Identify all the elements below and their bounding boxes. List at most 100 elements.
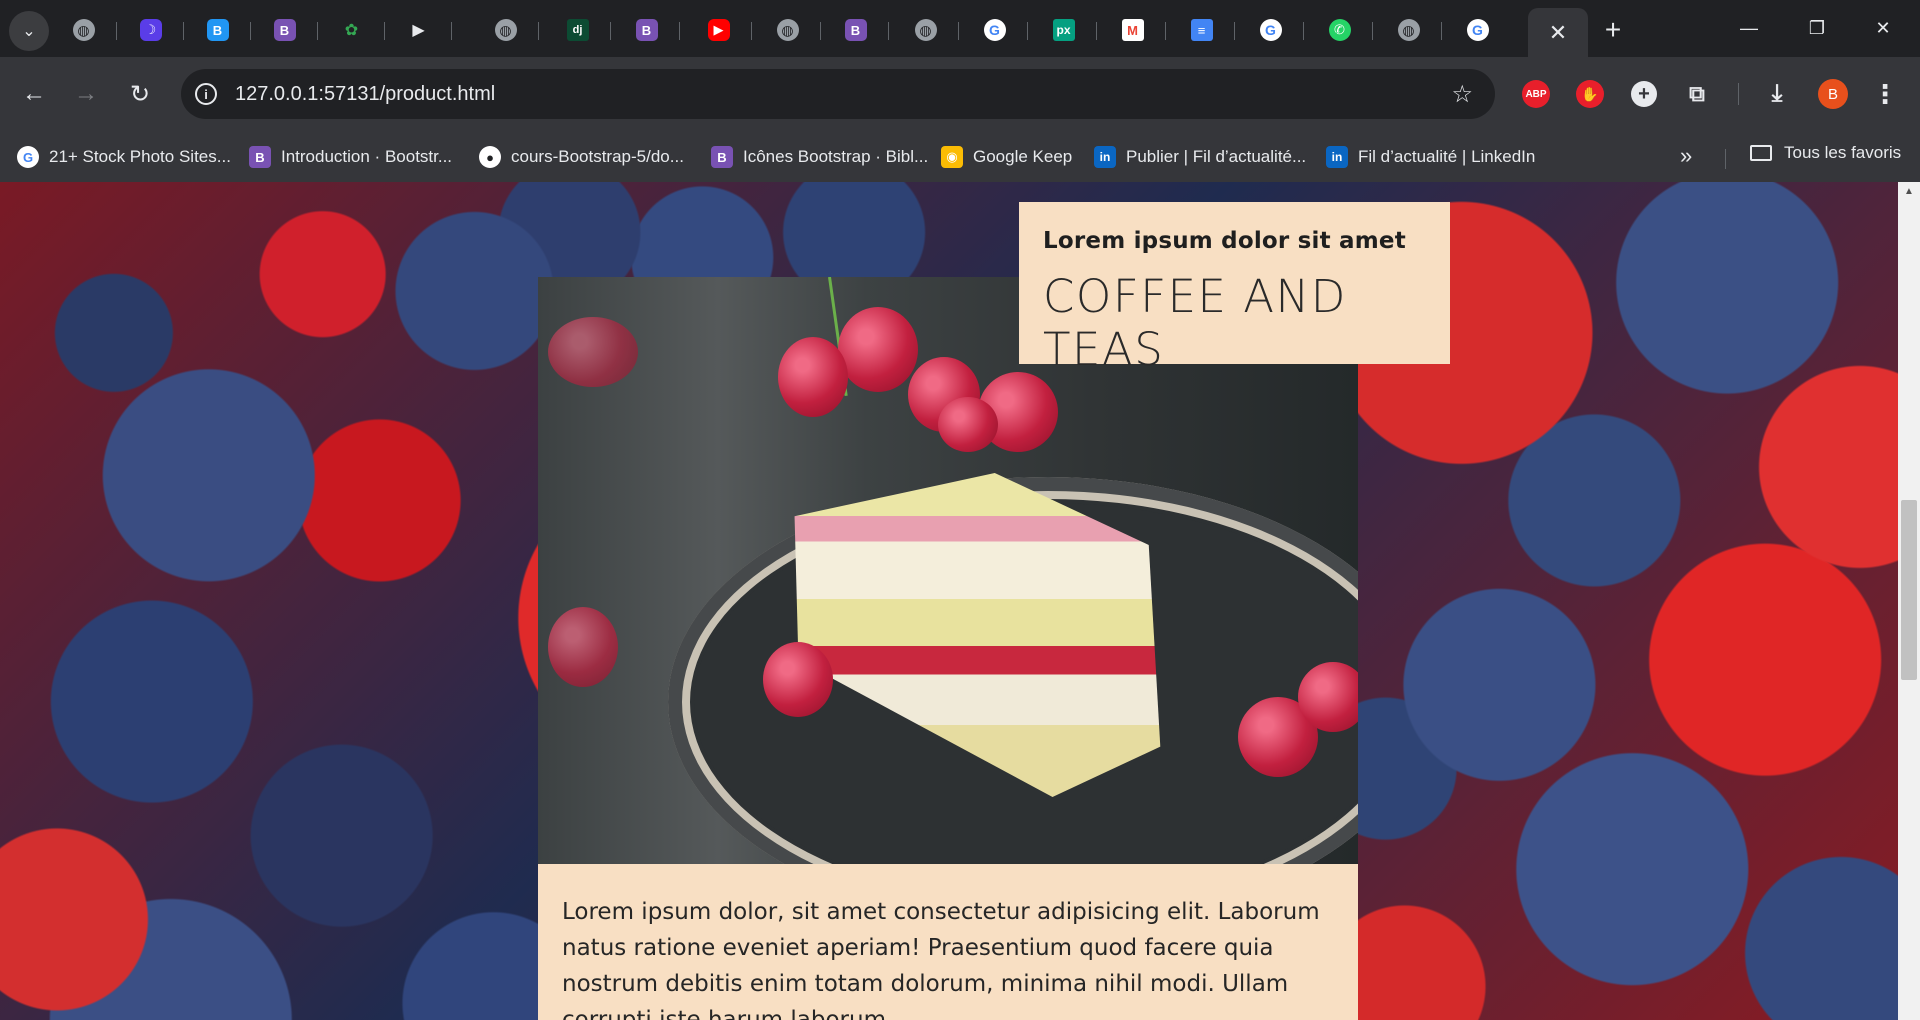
card-header: Lorem ipsum dolor sit amet COFFEE AND TE… [1019,202,1450,376]
browser-tab[interactable]: px [1030,8,1097,52]
browser-tab[interactable]: ◍ [1375,8,1442,52]
docs-icon: ≡ [1190,19,1213,41]
profile-avatar[interactable]: B [1818,79,1848,109]
browser-tab[interactable]: ✿ [318,8,385,52]
stop-hand-extension-icon[interactable]: ✋ [1576,80,1604,108]
github-icon: ● [479,146,501,168]
browser-tab[interactable]: M [1099,8,1166,52]
bookmarks-bar: G 21+ Stock Photo Sites... B Introduction … [0,131,1920,183]
bookmark-star-icon[interactable]: ☆ [1451,80,1473,109]
youtube-icon: ▶ [707,19,730,41]
google-icon: G [983,19,1006,41]
browser-tab[interactable]: G [1237,8,1304,52]
browser-tab[interactable]: ◍ [754,8,821,52]
browser-tab[interactable]: ◍ [892,8,959,52]
browser-tab[interactable]: ☽ [117,8,184,52]
globe-icon: ◍ [776,19,799,41]
browser-tab[interactable]: B [251,8,318,52]
bookmark-label: Introduction · Bootstr... [281,147,453,166]
browser-tab[interactable]: ▶ [385,8,452,52]
bookmark-item[interactable]: B Icônes Bootstrap · Bibl... [711,143,928,171]
play-icon: ▶ [412,22,425,39]
minimize-button[interactable]: — [1724,10,1774,46]
bookmark-item[interactable]: B Introduction · Bootstr... [249,143,452,171]
plus-icon: + [1604,14,1622,45]
bookmark-item[interactable]: ● cours-Bootstrap-5/do... [479,143,684,171]
moon-app-icon: ☽ [139,19,162,41]
bootstrap-icon: B [844,19,867,41]
close-icon: ✕ [1875,17,1891,38]
page-scrollbar[interactable]: ▲ [1898,182,1920,1020]
site-info-icon[interactable]: i [195,83,217,105]
restore-icon: ❐ [1808,17,1826,38]
gmail-icon: M [1121,19,1144,41]
browser-tab[interactable]: ✆ [1306,8,1373,52]
tab-search-button[interactable]: ⌄ [9,11,49,51]
url-text[interactable]: 127.0.0.1:57131/product.html [235,83,495,106]
browser-toolbar: ← → ↻ i 127.0.0.1:57131/product.html ☆ A… [0,57,1920,131]
new-tab-button[interactable]: + [1595,12,1631,48]
close-window-button[interactable]: ✕ [1858,10,1908,46]
folder-icon [1750,145,1772,161]
close-tab-icon[interactable]: ✕ [1549,20,1567,46]
minimize-icon: — [1740,17,1758,38]
bootstrap-icon: B [249,146,271,168]
arrow-left-icon: ← [22,80,46,107]
bookmark-label: Google Keep [973,147,1073,166]
page-viewport: Lorem ipsum dolor sit amet COFFEE AND TE… [0,182,1898,1020]
google-icon: G [1466,19,1489,41]
scroll-thumb[interactable] [1901,500,1917,680]
tab-strip: ⌄ ◍ ☽ B B ✿ ▶ ◍ dj B ▶ ◍ B ◍ G px M ≡ G … [0,0,1920,57]
raspberry-shape [838,307,918,392]
extensions-puzzle-icon[interactable]: ⧉ [1680,77,1714,111]
globe-icon: ◍ [494,19,517,41]
browser-tab[interactable]: dj [544,8,611,52]
address-bar[interactable]: i 127.0.0.1:57131/product.html ☆ [181,69,1495,119]
card-title: COFFEE AND TEAS [1043,270,1347,376]
linkedin-icon: in [1326,146,1348,168]
card-subtitle: Lorem ipsum dolor sit amet [1043,228,1406,254]
pixlr-icon: px [1052,19,1075,41]
bookmark-item[interactable]: in Fil d’actualité | LinkedIn [1326,143,1535,171]
reload-button[interactable]: ↻ [120,74,160,114]
more-bookmarks-chevron-icon[interactable]: » [1680,143,1692,169]
bootstrap-blue-icon: B [206,19,229,41]
restore-button[interactable]: ❐ [1792,10,1842,46]
leaf-icon: ✿ [344,22,359,39]
all-bookmarks-button[interactable]: Tous les favoris [1750,143,1901,163]
bookmark-item[interactable]: ◉ Google Keep [941,143,1072,171]
download-icon[interactable]: ⤓ [1760,77,1794,111]
arrow-right-icon: → [74,80,98,107]
card-body: Lorem ipsum dolor, sit amet consectetur … [538,864,1358,1020]
browser-tab[interactable]: G [961,8,1028,52]
bookmark-item[interactable]: G 21+ Stock Photo Sites... [17,143,231,171]
keep-icon: ◉ [941,146,963,168]
active-tab[interactable]: ✕ [1528,8,1588,57]
browser-tab[interactable]: ≡ [1168,8,1235,52]
bootstrap-icon: B [711,146,733,168]
browser-tab[interactable]: ▶ [685,8,752,52]
adblock-plus-icon[interactable]: ABP [1522,80,1550,108]
reload-icon: ↻ [129,80,151,108]
scroll-up-arrow-icon[interactable]: ▲ [1898,186,1920,204]
add-extension-icon[interactable]: + [1631,81,1657,107]
browser-tab[interactable]: B [184,8,251,52]
kebab-menu-icon[interactable]: ⋮ [1868,77,1902,111]
forward-button[interactable]: → [66,74,106,114]
browser-tab[interactable]: G [1444,8,1511,52]
browser-tab[interactable]: B [613,8,680,52]
bookmark-label: Icônes Bootstrap · Bibl... [743,147,929,166]
back-button[interactable]: ← [14,74,54,114]
browser-tab[interactable]: B [822,8,889,52]
browser-tab[interactable]: ◍ [50,8,117,52]
bookmark-label: Publier | Fil d’actualité... [1126,147,1307,166]
globe-icon: ◍ [1397,19,1420,41]
linkedin-icon: in [1094,146,1116,168]
bookmark-item[interactable]: in Publier | Fil d’actualité... [1094,143,1306,171]
bookmark-label: 21+ Stock Photo Sites... [49,147,231,166]
card-text: Lorem ipsum dolor, sit amet consectetur … [562,899,1320,1020]
all-bookmarks-label: Tous les favoris [1784,143,1902,162]
bootstrap-icon: B [273,19,296,41]
browser-tab[interactable]: ◍ [472,8,539,52]
google-icon: G [1259,19,1282,41]
